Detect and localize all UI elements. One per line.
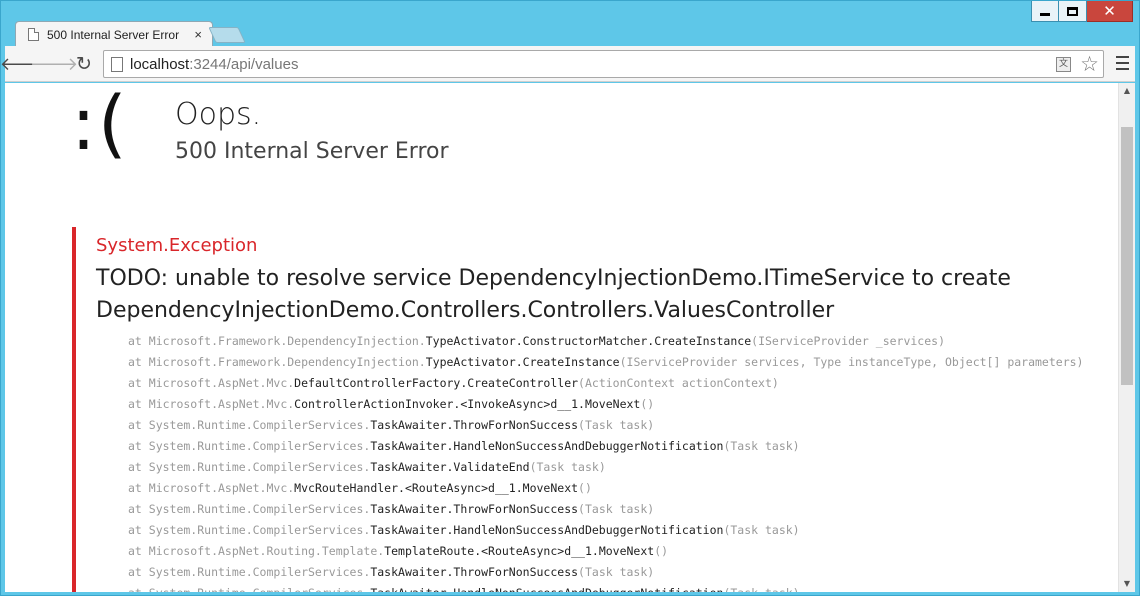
frame-args: (Task task): [723, 586, 799, 592]
stack-frame: at Microsoft.AspNet.Mvc.DefaultControlle…: [128, 373, 1083, 394]
url-path: :3244/api/values: [189, 56, 299, 73]
exception-type: System.Exception: [96, 235, 258, 256]
maximize-icon: [1067, 6, 1078, 16]
new-tab-button[interactable]: [208, 27, 246, 43]
tab-close-icon[interactable]: ×: [192, 27, 204, 42]
frame-method: TaskAwaiter.ValidateEnd: [370, 460, 530, 474]
frame-args: (Task task): [723, 439, 800, 453]
tab-title: 500 Internal Server Error: [47, 27, 180, 42]
frame-args: (): [654, 544, 669, 558]
page-favicon-icon: [28, 28, 39, 41]
tab-strip: 500 Internal Server Error ×: [9, 19, 409, 46]
frame-namespace: at System.Runtime.CompilerServices.: [128, 418, 371, 432]
frame-method: TaskAwaiter.ThrowForNonSuccess: [370, 502, 579, 516]
forward-arrow-icon[interactable]: 🡒: [30, 53, 78, 75]
frame-namespace: at System.Runtime.CompilerServices.: [128, 460, 371, 474]
page-heading: Oops.: [175, 97, 262, 132]
reload-icon[interactable]: ↻: [73, 53, 95, 75]
page-content: :( Oops. 500 Internal Server Error Syste…: [5, 83, 1135, 592]
frame-namespace: at Microsoft.AspNet.Mvc.: [128, 376, 295, 390]
stack-frame: at Microsoft.AspNet.Mvc.MvcRouteHandler.…: [128, 478, 1083, 499]
vertical-scrollbar[interactable]: ▲ ▼: [1118, 83, 1135, 592]
frame-method: MvcRouteHandler.<RouteAsync>d__1.MoveNex…: [294, 481, 579, 495]
frame-namespace: at Microsoft.Framework.DependencyInjecti…: [128, 355, 426, 369]
status-text: 500 Internal Server Error: [175, 139, 449, 164]
browser-window: ✕ 500 Internal Server Error × 🡐 🡒 ↻ loca…: [0, 0, 1140, 596]
stack-frame: at Microsoft.AspNet.Mvc.ControllerAction…: [128, 394, 1083, 415]
frame-args: (Task task): [578, 565, 655, 579]
frame-args: (Task task): [578, 418, 655, 432]
stack-frame: at System.Runtime.CompilerServices.TaskA…: [128, 562, 1083, 583]
frame-namespace: at System.Runtime.CompilerServices.: [128, 502, 371, 516]
frame-namespace: at System.Runtime.CompilerServices.: [128, 523, 371, 537]
frame-namespace: at System.Runtime.CompilerServices.: [128, 586, 370, 592]
frame-args: (IServiceProvider services, Type instanc…: [619, 355, 1084, 369]
scroll-down-icon[interactable]: ▼: [1119, 576, 1135, 592]
url-text[interactable]: localhost:3244/api/values: [130, 56, 298, 73]
stack-frame: at Microsoft.Framework.DependencyInjecti…: [128, 352, 1083, 373]
sad-face: :(: [71, 83, 129, 167]
frame-method: TaskAwaiter.HandleNonSuccessAndDebuggerN…: [370, 439, 724, 453]
bookmark-star-icon[interactable]: ☆: [1080, 52, 1099, 76]
frame-args: (): [640, 397, 655, 411]
minimize-icon: [1040, 13, 1050, 16]
exception-panel: System.Exception TODO: unable to resolve…: [72, 227, 1112, 592]
close-window-button[interactable]: ✕: [1087, 1, 1133, 22]
stack-trace: at Microsoft.Framework.DependencyInjecti…: [128, 331, 1083, 592]
frame-args: (): [578, 481, 592, 495]
window-controls: ✕: [1031, 1, 1133, 22]
maximize-button[interactable]: [1059, 1, 1087, 22]
frame-namespace: at System.Runtime.CompilerServices.: [128, 439, 371, 453]
stack-frame: at System.Runtime.CompilerServices.TaskA…: [128, 415, 1083, 436]
frame-method: TaskAwaiter.HandleNonSuccessAndDebuggerN…: [370, 586, 723, 592]
frame-method: TypeActivator.ConstructorMatcher.CreateI…: [425, 334, 752, 348]
scroll-up-icon[interactable]: ▲: [1119, 83, 1135, 99]
frame-method: TypeActivator.CreateInstance: [425, 355, 620, 369]
stack-frame: at Microsoft.AspNet.Routing.Template.Tem…: [128, 541, 1083, 562]
frame-namespace: at Microsoft.AspNet.Mvc.: [128, 481, 295, 495]
stack-frame: at System.Runtime.CompilerServices.TaskA…: [128, 457, 1083, 478]
page-icon: [111, 57, 123, 72]
frame-method: TaskAwaiter.HandleNonSuccessAndDebuggerN…: [370, 523, 724, 537]
stack-frame: at Microsoft.Framework.DependencyInjecti…: [128, 331, 1083, 352]
stack-frame: at System.Runtime.CompilerServices.TaskA…: [128, 499, 1083, 520]
stack-frame: at System.Runtime.CompilerServices.TaskA…: [128, 583, 1083, 592]
exception-message: TODO: unable to resolve service Dependen…: [96, 266, 1011, 323]
frame-namespace: at System.Runtime.CompilerServices.: [128, 565, 371, 579]
frame-args: (Task task): [529, 460, 606, 474]
stack-frame: at System.Runtime.CompilerServices.TaskA…: [128, 520, 1083, 541]
tab-active[interactable]: 500 Internal Server Error ×: [15, 21, 213, 46]
url-host: localhost: [130, 56, 190, 73]
stack-frame: at System.Runtime.CompilerServices.TaskA…: [128, 436, 1083, 457]
frame-args: (IServiceProvider _services): [751, 334, 946, 348]
browser-toolbar: 🡐 🡒 ↻ localhost:3244/api/values 文 ☆: [0, 46, 1135, 82]
minimize-button[interactable]: [1031, 1, 1059, 22]
frame-method: DefaultControllerFactory.CreateControlle…: [294, 376, 579, 390]
scroll-thumb[interactable]: [1121, 127, 1133, 385]
frame-args: (ActionContext actionContext): [578, 376, 779, 390]
frame-namespace: at Microsoft.Framework.DependencyInjecti…: [128, 334, 426, 348]
frame-method: TemplateRoute.<RouteAsync>d__1.MoveNext: [384, 544, 655, 558]
translate-icon[interactable]: 文: [1056, 57, 1071, 72]
frame-args: (Task task): [578, 502, 655, 516]
browser-menu-icon[interactable]: [1116, 56, 1129, 70]
frame-namespace: at Microsoft.AspNet.Routing.Template.: [128, 544, 385, 558]
frame-method: TaskAwaiter.ThrowForNonSuccess: [370, 565, 579, 579]
frame-method: ControllerActionInvoker.<InvokeAsync>d__…: [294, 397, 641, 411]
frame-args: (Task task): [723, 523, 800, 537]
close-icon: ✕: [1103, 1, 1116, 20]
frame-namespace: at Microsoft.AspNet.Mvc.: [128, 397, 295, 411]
address-bar[interactable]: localhost:3244/api/values 文 ☆: [103, 50, 1104, 78]
frame-method: TaskAwaiter.ThrowForNonSuccess: [370, 418, 579, 432]
